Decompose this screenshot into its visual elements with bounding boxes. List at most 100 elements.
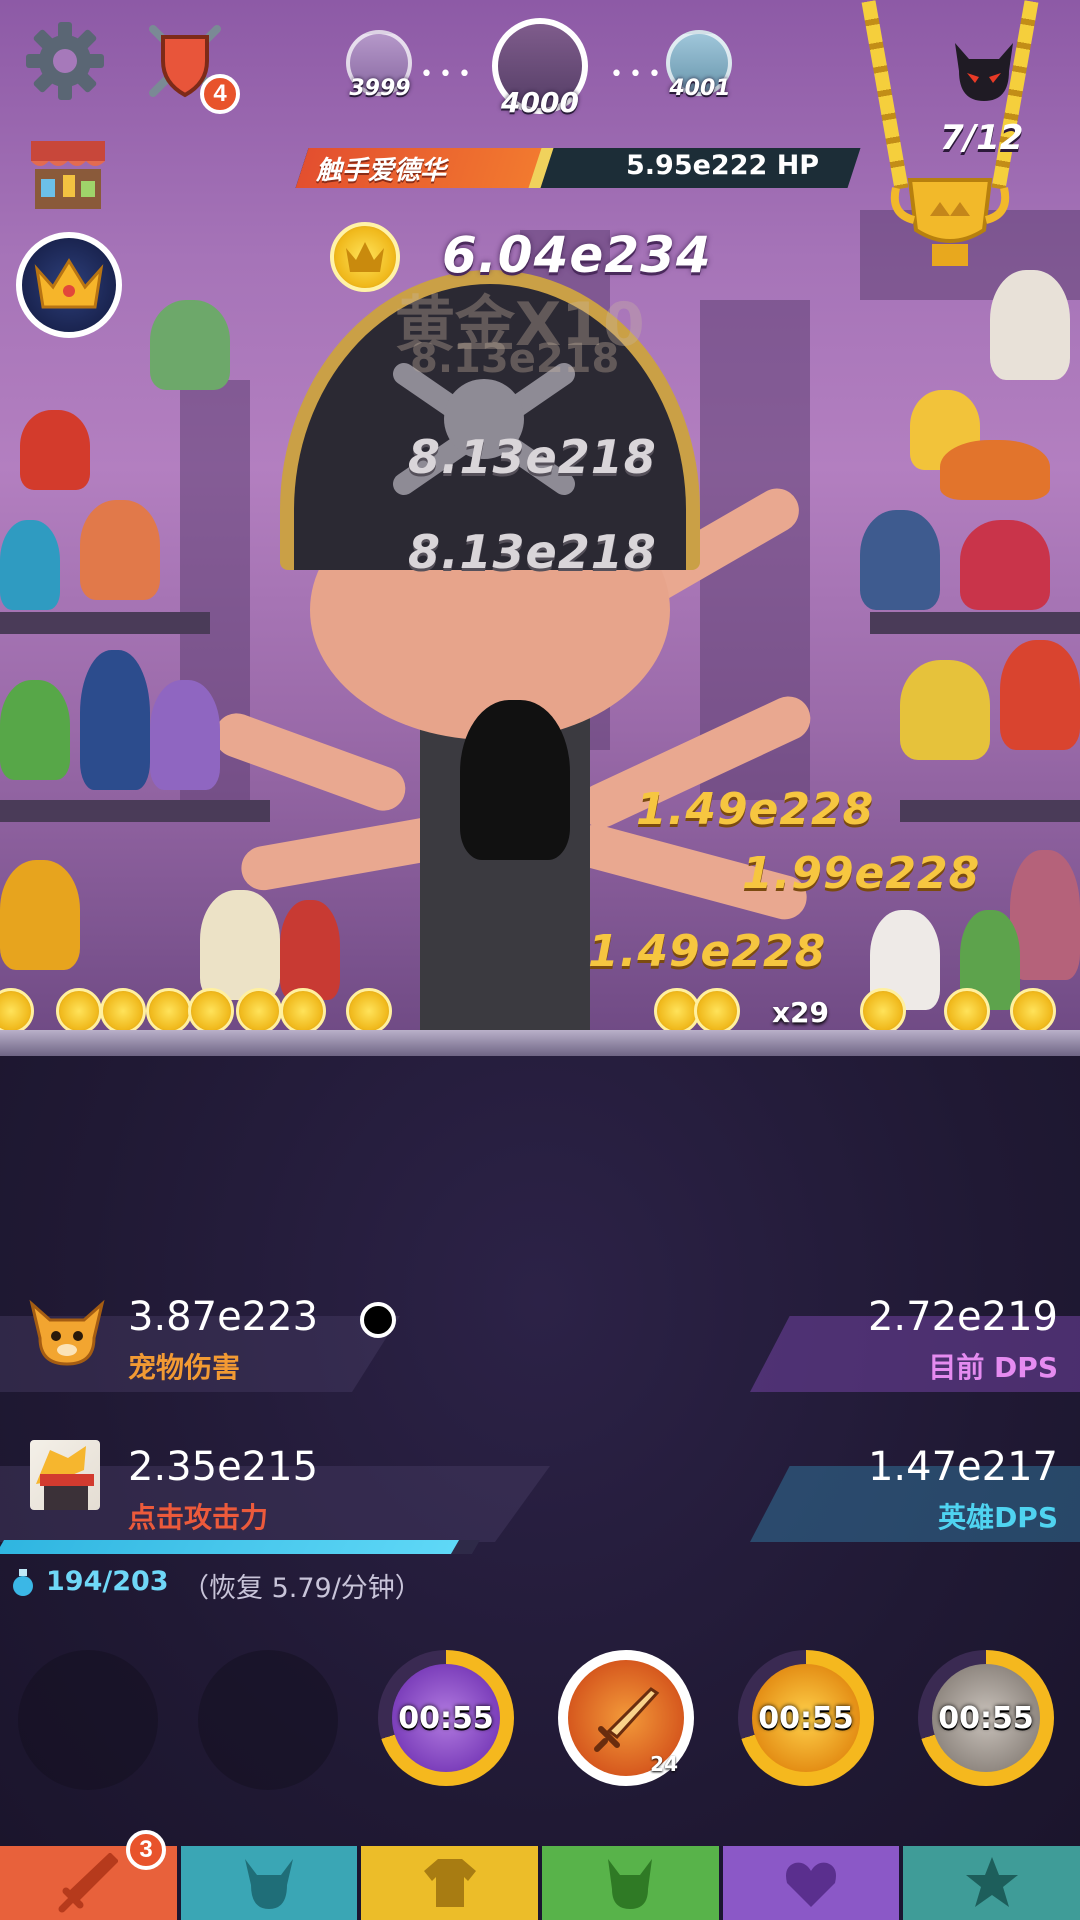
quests-button[interactable]: 4 <box>140 16 240 114</box>
tap-damage-label: 点击攻击力 <box>128 1501 269 1534</box>
gold-swords-skill-icon: 00:55 <box>752 1664 860 1772</box>
gold-coin[interactable] <box>100 988 146 1034</box>
boss-name: 触手爱德华 <box>316 156 447 186</box>
combo-counter: x29 <box>772 996 830 1029</box>
boss-octopus-pirate[interactable] <box>208 270 818 1030</box>
pet-damage-label: 宠物伤害 <box>128 1351 241 1384</box>
hero-right-6 <box>900 660 990 760</box>
vip-button[interactable] <box>16 232 122 338</box>
purple-coin-skill-icon: 00:55 <box>392 1664 500 1772</box>
stage-current-label: 4000 <box>501 86 579 119</box>
clan-crest-icon <box>786 1862 837 1907</box>
stage-dots: ••• <box>420 62 477 87</box>
stage-previous-label: 3999 <box>349 76 411 101</box>
gold-coin[interactable] <box>188 988 234 1034</box>
current-dps-label: 目前 DPS <box>928 1351 1058 1384</box>
gold-coin[interactable] <box>694 988 740 1034</box>
shirt-icon <box>423 1859 476 1907</box>
gold-coin[interactable] <box>346 988 392 1034</box>
tab-equipment[interactable] <box>361 1846 543 1920</box>
hero-left-5 <box>0 680 70 780</box>
gold-coin[interactable] <box>1010 988 1056 1034</box>
skill-timer: 00:55 <box>398 1700 494 1736</box>
tab-badge: 3 <box>126 1830 166 1870</box>
pet-damage-value: 3.87e223 <box>128 1294 319 1340</box>
skill-slot-locked <box>18 1650 158 1790</box>
shop-stall-icon <box>31 141 105 209</box>
quests-badge: 4 <box>200 74 240 114</box>
viking-helmet-icon <box>245 1859 293 1909</box>
mana-regen: （恢复 5.79/分钟） <box>182 1573 422 1604</box>
hero-damage-number: 1.99e228 <box>742 848 981 899</box>
skill-grey-button[interactable]: 00:55 <box>918 1650 1054 1786</box>
hero-left-8 <box>0 860 80 970</box>
pet-head-icon <box>29 1299 105 1366</box>
skill-sword-button[interactable]: 24 <box>558 1650 694 1786</box>
settings-button[interactable] <box>22 18 108 104</box>
hero-left-4 <box>0 520 60 610</box>
mana-value: 194/203 <box>46 1566 169 1597</box>
damage-number: 8.13e218 <box>408 525 657 579</box>
tab-clan[interactable] <box>722 1846 904 1920</box>
hero-right-5 <box>960 520 1050 610</box>
hero-right-3 <box>940 440 1050 500</box>
pet-icon <box>28 1294 106 1368</box>
skill-timer: 00:55 <box>758 1700 854 1736</box>
hero-right-1 <box>990 270 1070 380</box>
gold-coin-icon-wrap <box>330 222 400 292</box>
hero-left-6 <box>80 650 150 790</box>
tap-damage-value: 2.35e215 <box>128 1444 319 1490</box>
hero-left-7 <box>150 680 220 790</box>
skill-purple-button[interactable]: 00:55 <box>378 1650 514 1786</box>
boss-hp-text: 5.95e222 HP <box>626 150 820 181</box>
gold-coin[interactable] <box>56 988 102 1034</box>
hero-dps-label: 英雄DPS <box>938 1501 1058 1534</box>
mana-bar <box>0 1540 481 1554</box>
ground-edge <box>0 1030 1080 1056</box>
gold-coin[interactable] <box>0 988 34 1034</box>
stage-next-label: 4001 <box>669 76 731 101</box>
bottom-tab-bar: 3 <box>0 1830 1080 1920</box>
skill-slot-locked <box>198 1650 338 1790</box>
skill-timer: 00:55 <box>938 1700 1034 1736</box>
sword-icon <box>58 1853 119 1913</box>
right-ledge <box>870 612 1080 634</box>
current-dps-value: 2.72e219 <box>867 1294 1058 1340</box>
gold-coin[interactable] <box>860 988 906 1034</box>
crown-icon <box>34 258 104 309</box>
mana-bar-fill <box>0 1540 460 1554</box>
gold-coin[interactable] <box>236 988 282 1034</box>
mana-flask-icon <box>13 1569 33 1596</box>
hero-dps-value: 1.47e217 <box>867 1444 1058 1490</box>
tab-pets[interactable] <box>542 1846 723 1920</box>
sword-master-avatar-icon <box>36 1446 94 1510</box>
hero-damage-number: 1.49e228 <box>588 926 827 977</box>
shadow-clone-skill-icon: 00:55 <box>932 1664 1040 1772</box>
hero-left-9 <box>200 890 280 1000</box>
gold-coin[interactable] <box>146 988 192 1034</box>
gold-coin[interactable] <box>280 988 326 1034</box>
circle-indicator-icon <box>360 1302 396 1338</box>
hero-right-8 <box>1010 850 1080 980</box>
tab-sword-master[interactable]: 3 <box>0 1830 181 1920</box>
boss-counter-button[interactable] <box>948 36 1020 108</box>
trophy-button[interactable] <box>890 170 1010 275</box>
ghost-damage: 8.13e218 <box>410 336 620 382</box>
gear-icon <box>26 22 104 100</box>
right-ledge <box>900 800 1080 822</box>
damage-number: 8.13e218 <box>408 430 657 484</box>
hero-left-3 <box>80 500 160 600</box>
hero-right-4 <box>860 510 940 610</box>
hero-damage-number: 1.49e228 <box>636 784 875 835</box>
star-icon <box>965 1857 1018 1907</box>
tab-heroes[interactable] <box>180 1846 362 1920</box>
sword-master-silhouette <box>460 700 570 860</box>
sword-icon <box>594 1687 660 1752</box>
sword-master-portrait <box>30 1440 100 1510</box>
skill-gold-button[interactable]: 00:55 <box>738 1650 874 1786</box>
tab-artifacts[interactable] <box>903 1846 1080 1920</box>
left-ledge <box>0 800 270 822</box>
skill-level: 24 <box>650 1752 678 1776</box>
gold-coin[interactable] <box>944 988 990 1034</box>
shop-button[interactable] <box>26 134 110 214</box>
